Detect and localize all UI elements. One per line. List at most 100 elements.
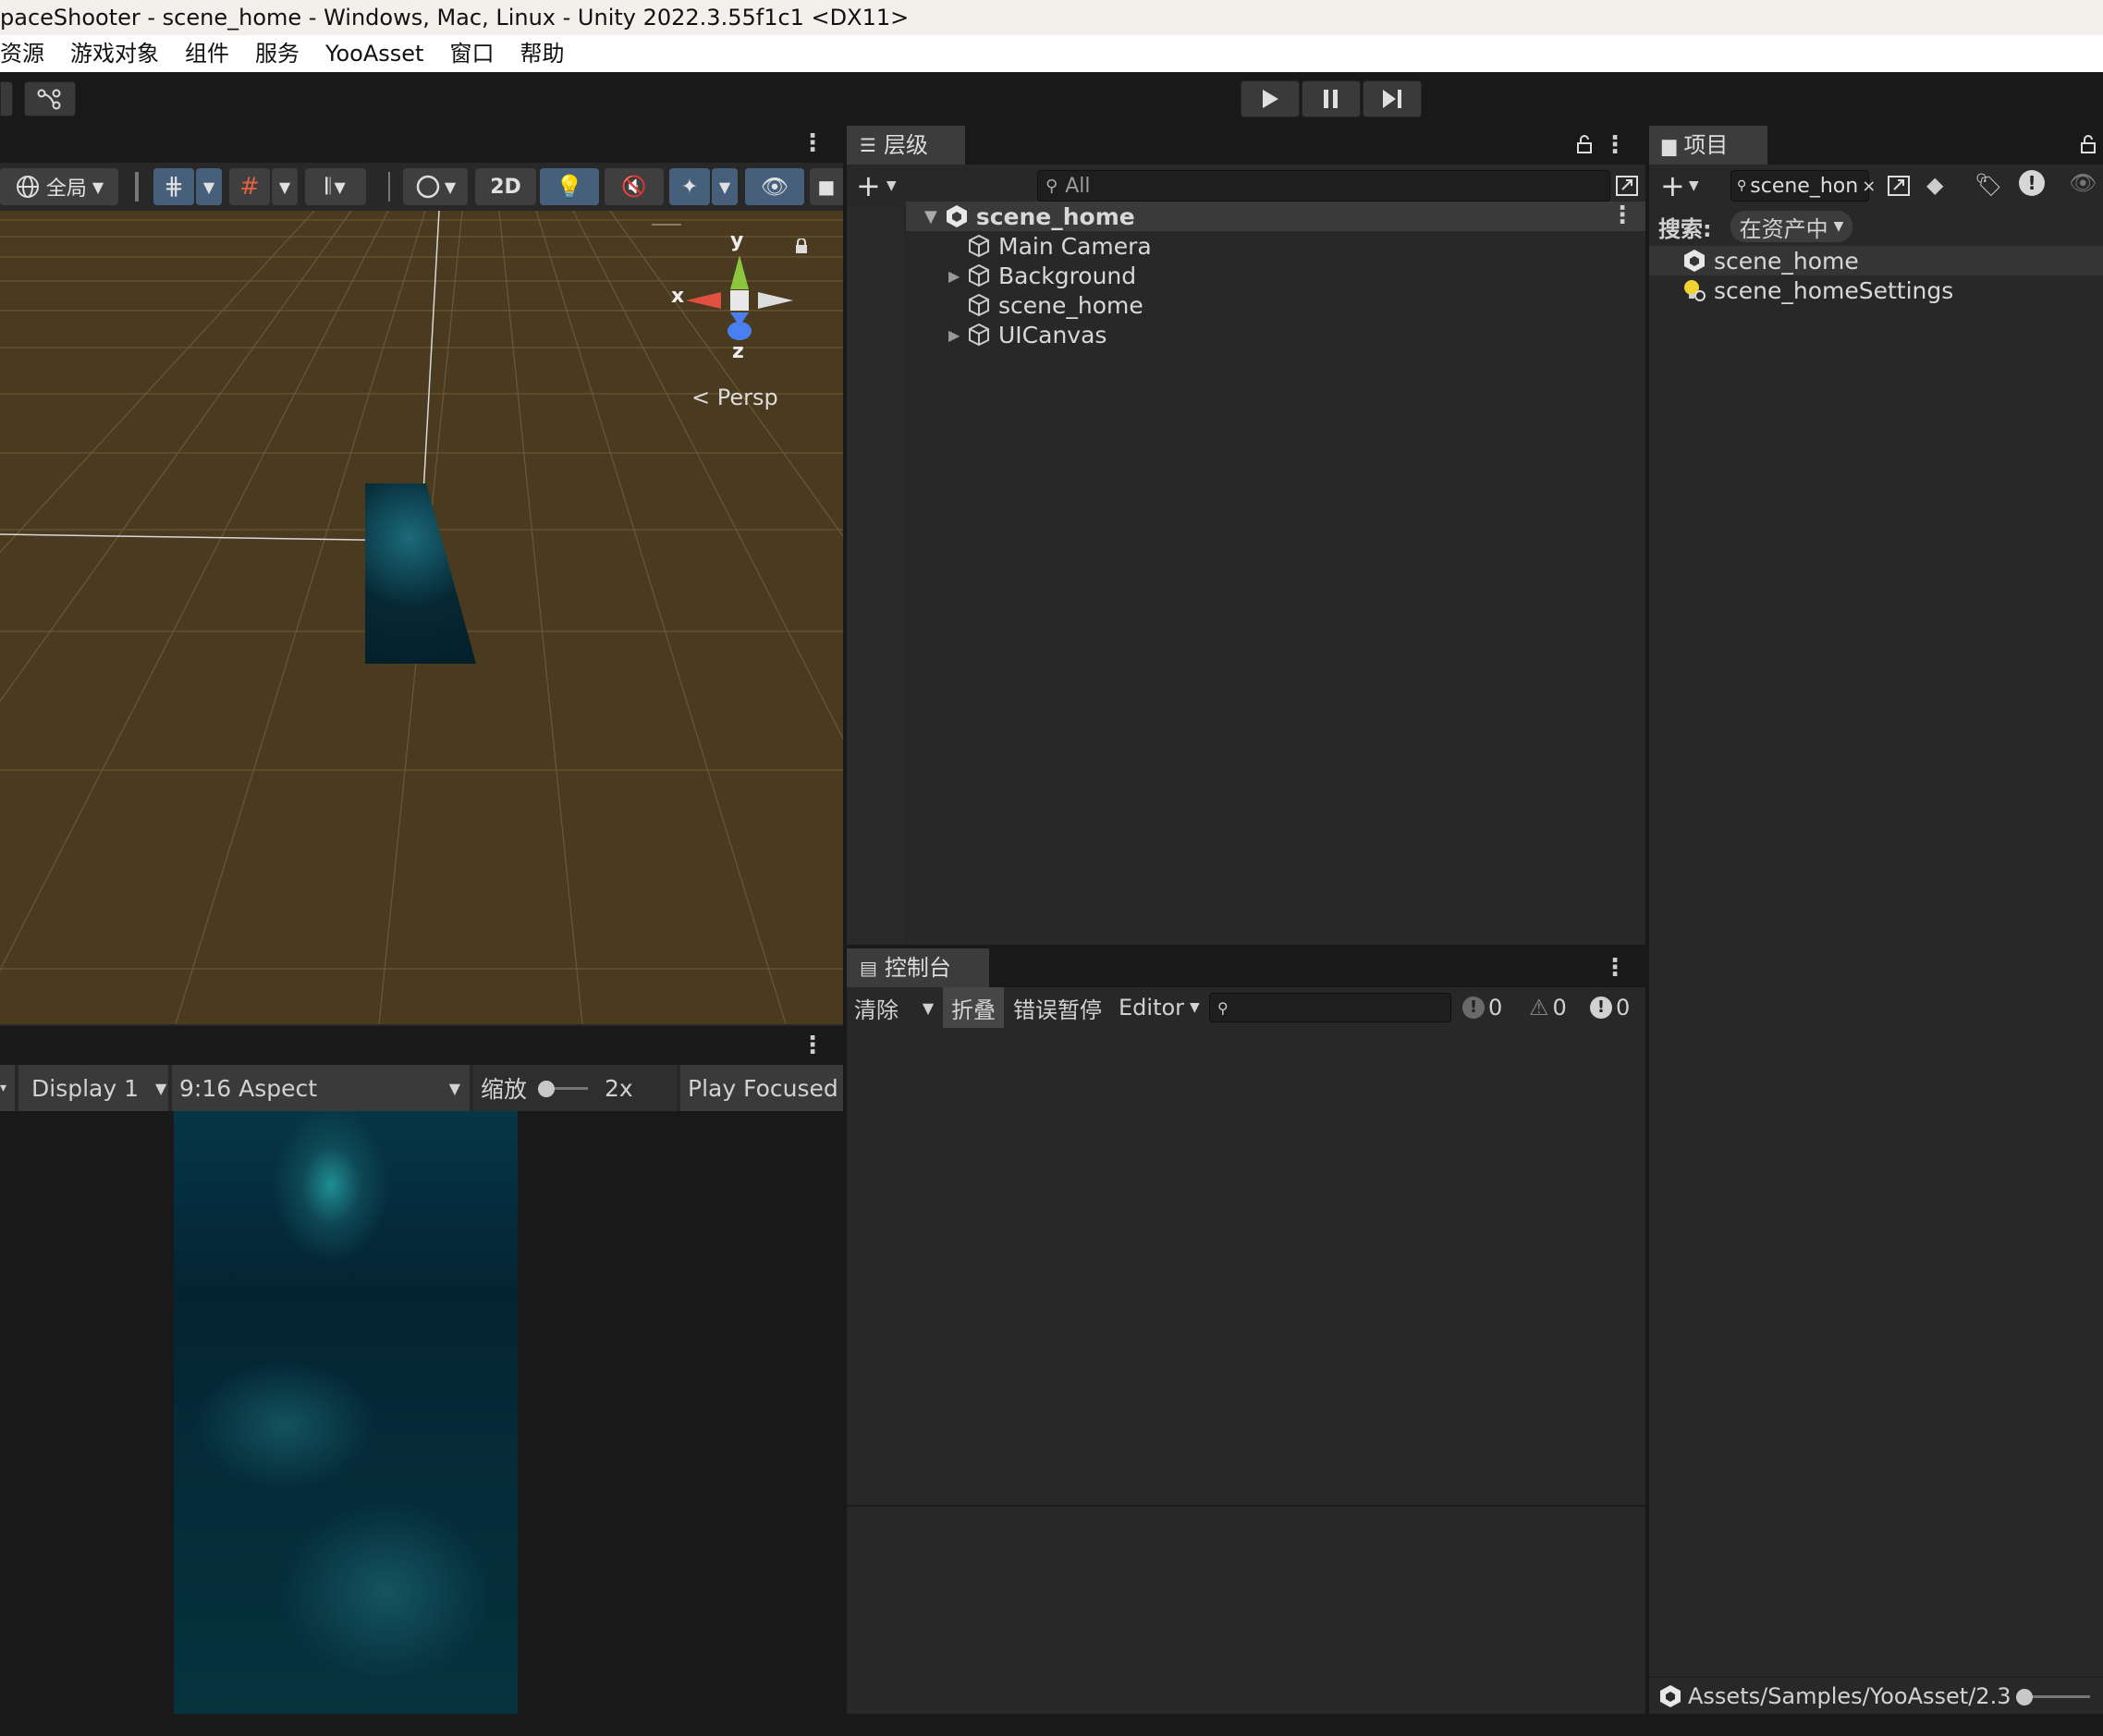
console-search-input[interactable]: ⚲ bbox=[1209, 993, 1451, 1022]
lighting-toggle[interactable]: 💡 bbox=[540, 168, 599, 205]
menu-gameobject[interactable]: 游戏对象 bbox=[57, 35, 172, 72]
effects-toggle[interactable]: ✦ bbox=[669, 168, 710, 205]
collapse-toggle[interactable]: 折叠 bbox=[943, 987, 1004, 1028]
scene-root-menu-icon[interactable]: ⋮ bbox=[1610, 203, 1634, 227]
filter-by-label-icon[interactable]: 🏷 bbox=[1975, 172, 2002, 198]
tab-hierarchy[interactable]: ☰ 层级 bbox=[847, 126, 965, 165]
create-button[interactable]: + ▼ bbox=[856, 168, 910, 203]
expand-right-icon[interactable]: ▶ bbox=[948, 326, 960, 344]
menu-yooasset[interactable]: YooAsset bbox=[312, 35, 436, 72]
console-tab-bar: ▤ 控制台 ⋮ bbox=[847, 948, 1645, 987]
hierarchy-item-scene-home[interactable]: scene_home bbox=[948, 290, 1143, 320]
expand-right-icon[interactable]: ▶ bbox=[948, 267, 960, 285]
open-window-icon[interactable] bbox=[1886, 174, 1912, 198]
lock-icon[interactable] bbox=[2081, 135, 2096, 157]
hierarchy-search-input[interactable]: ⚲ All bbox=[1037, 170, 1610, 202]
project-toolbar: + ▼ ⚲ scene_hon × ◆ 🏷 ! 👁 bbox=[1649, 165, 2103, 207]
clear-search-icon[interactable]: × bbox=[1862, 177, 1876, 196]
scene-visibility-icon[interactable] bbox=[1614, 174, 1640, 198]
aspect-dropdown[interactable]: 9:16 Aspect ▼ bbox=[172, 1065, 470, 1111]
2d-toggle[interactable]: 2D bbox=[475, 168, 536, 205]
icon-size-slider[interactable] bbox=[2016, 1687, 2091, 1705]
scale-slider-thumb[interactable] bbox=[538, 1081, 556, 1097]
hidden-packages-icon[interactable]: 👁 bbox=[2069, 170, 2097, 196]
warning-filter-toggle[interactable]: ⚠ 0 bbox=[1529, 987, 1584, 1028]
menu-help[interactable]: 帮助 bbox=[507, 35, 577, 72]
audio-toggle[interactable]: 🔇 bbox=[605, 168, 664, 205]
error-filter-toggle[interactable]: ! 0 bbox=[1590, 987, 1645, 1028]
draw-mode-button[interactable]: ▼ bbox=[403, 168, 468, 205]
menu-component[interactable]: 组件 bbox=[172, 35, 242, 72]
scene-tab-bar: ⋮ bbox=[0, 126, 843, 163]
hierarchy-scene-root[interactable]: ▼ scene_home ⋮ bbox=[906, 202, 1645, 231]
camera-settings-button[interactable]: ■ bbox=[810, 168, 843, 205]
project-item-scene-home-settings[interactable]: scene_homeSettings bbox=[1649, 275, 2103, 305]
chevron-down-icon: ▼ bbox=[334, 177, 346, 196]
chevron-down-icon: ▼ bbox=[155, 1079, 167, 1097]
editor-dropdown[interactable]: Editor ▼ bbox=[1111, 987, 1204, 1028]
clear-button[interactable]: 清除 bbox=[847, 987, 913, 1028]
effects-dropdown[interactable]: ▼ bbox=[712, 168, 738, 205]
projection-toggle[interactable]: < Persp bbox=[691, 385, 778, 410]
project-item-scene-home[interactable]: scene_home bbox=[1649, 246, 2103, 275]
game-panel: ⋮ ▾ Display 1 ▼ 9:16 Aspect ▼ 缩放 2x Play… bbox=[0, 1026, 843, 1714]
scene-visibility-toggle[interactable]: 👁 bbox=[745, 168, 804, 205]
game-viewport[interactable] bbox=[0, 1111, 843, 1714]
scale-slider[interactable]: 缩放 2x bbox=[473, 1065, 677, 1111]
game-toolbar: ▾ Display 1 ▼ 9:16 Aspect ▼ 缩放 2x Play F… bbox=[0, 1065, 843, 1111]
play-mode-label: Play Focused bbox=[688, 1074, 838, 1102]
global-local-toggle[interactable]: 全局 ▼ bbox=[0, 168, 118, 205]
toolbar-left-button[interactable] bbox=[0, 81, 13, 116]
orientation-gizmo[interactable]: y x z bbox=[666, 229, 804, 368]
error-icon: ! bbox=[1590, 996, 1612, 1019]
create-asset-button[interactable]: + ▼ bbox=[1660, 168, 1712, 203]
version-control-button[interactable] bbox=[24, 81, 76, 116]
lock-icon[interactable] bbox=[795, 238, 808, 253]
grid-dropdown[interactable]: ▼ bbox=[272, 168, 298, 205]
scene-menu-icon[interactable]: ⋮ bbox=[801, 131, 825, 155]
menu-services[interactable]: 服务 bbox=[242, 35, 312, 72]
chevron-down-icon: ▼ bbox=[1833, 219, 1844, 234]
increment-snap-button[interactable]: 𝄃 ▼ bbox=[305, 168, 366, 205]
game-menu-icon[interactable]: ⋮ bbox=[801, 1033, 825, 1057]
step-button[interactable] bbox=[1363, 80, 1422, 117]
project-search-input[interactable]: ⚲ scene_hon × bbox=[1730, 170, 1876, 202]
hierarchy-item-uicanvas[interactable]: ▶ UICanvas bbox=[948, 320, 1107, 349]
display-dropdown[interactable]: Display 1 ▼ bbox=[18, 1065, 168, 1111]
console-log-list[interactable] bbox=[847, 1028, 1645, 1527]
play-button[interactable] bbox=[1241, 80, 1300, 117]
aspect-label: 9:16 Aspect bbox=[179, 1074, 318, 1102]
grid-snap-button[interactable]: ⋕ bbox=[153, 168, 194, 205]
scale-slider-track[interactable] bbox=[538, 1079, 589, 1097]
project-path-label: Assets/Samples/YooAsset/2.3 bbox=[1688, 1682, 2011, 1709]
play-focused-dropdown[interactable]: Play Focused bbox=[680, 1065, 843, 1111]
chevron-down-icon[interactable]: ▾ bbox=[0, 1065, 15, 1111]
console-menu-icon[interactable]: ⋮ bbox=[1603, 956, 1627, 980]
filter-by-type-icon[interactable]: ◆ bbox=[1926, 172, 1943, 198]
tab-project[interactable]: ▆ 项目 bbox=[1649, 126, 1767, 165]
log-count: 0 bbox=[1488, 995, 1503, 1021]
clear-options-dropdown[interactable]: ▼ bbox=[913, 987, 943, 1028]
hierarchy-item-background[interactable]: ▶ Background bbox=[948, 261, 1136, 290]
drag-handle[interactable] bbox=[652, 224, 681, 226]
log-type-icon[interactable]: ! bbox=[2019, 170, 2045, 196]
game-tab-bar: ⋮ bbox=[0, 1026, 843, 1065]
grid-snap-dropdown[interactable]: ▼ bbox=[196, 168, 222, 205]
axis-gizmo-icon bbox=[686, 255, 793, 340]
pause-button[interactable] bbox=[1302, 80, 1361, 117]
scene-viewport[interactable]: y x z < Persp bbox=[0, 211, 843, 1024]
hierarchy-menu-icon[interactable]: ⋮ bbox=[1603, 133, 1627, 157]
hierarchy-item-main-camera[interactable]: Main Camera bbox=[948, 231, 1152, 261]
menu-assets[interactable]: 资源 bbox=[0, 35, 57, 72]
error-pause-toggle[interactable]: 错误暂停 bbox=[1006, 987, 1109, 1028]
icon-size-slider-thumb[interactable] bbox=[2016, 1688, 2034, 1705]
log-filter-toggle[interactable]: ! 0 bbox=[1462, 987, 1518, 1028]
hierarchy-tab-label: 层级 bbox=[883, 132, 928, 158]
grid-visibility-button[interactable]: # bbox=[229, 168, 270, 205]
tab-console[interactable]: ▤ 控制台 bbox=[847, 948, 989, 987]
gameobject-cube-icon bbox=[969, 263, 989, 287]
menu-window[interactable]: 窗口 bbox=[436, 35, 507, 72]
main-toolbar bbox=[0, 72, 2103, 126]
search-scope-dropdown[interactable]: 在资产中 ▼ bbox=[1730, 211, 1853, 242]
lock-icon[interactable] bbox=[1577, 135, 1592, 157]
